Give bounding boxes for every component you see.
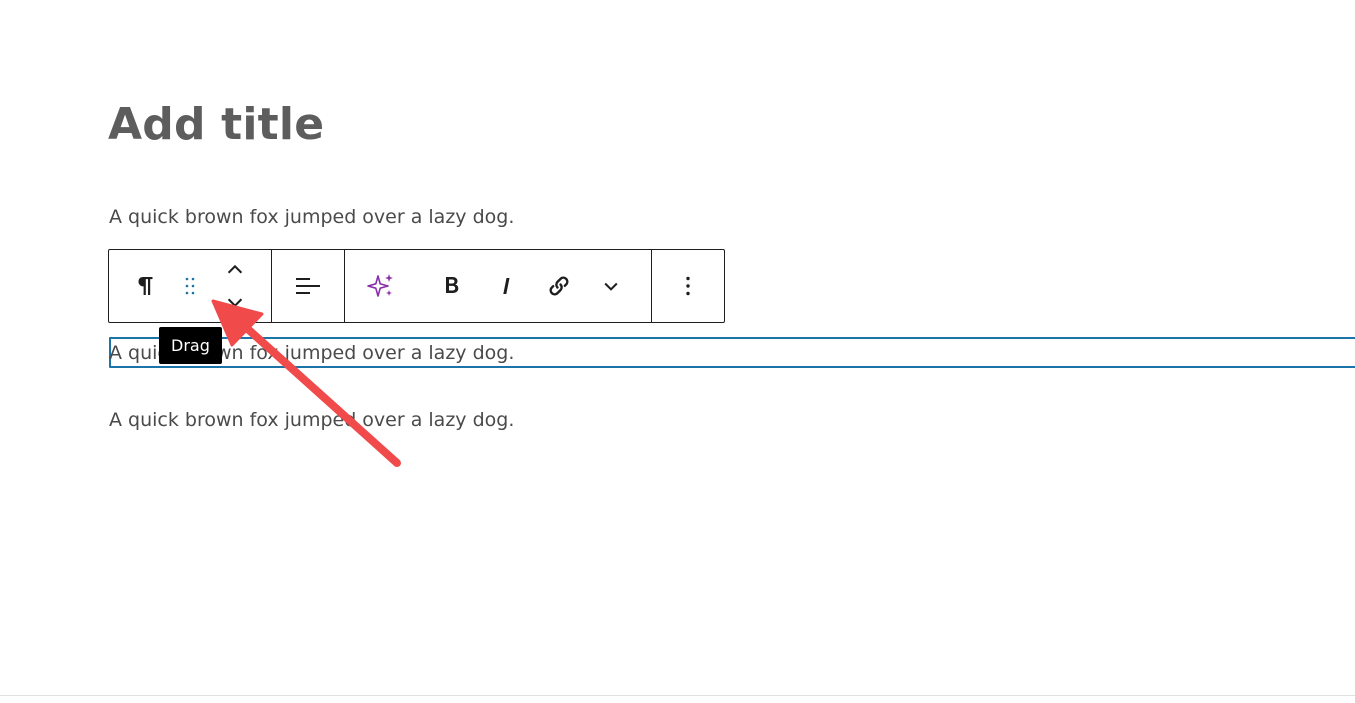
- footer-divider: [0, 695, 1355, 696]
- italic-button[interactable]: [489, 268, 525, 304]
- sparkle-icon: [367, 274, 393, 297]
- pilcrow-icon: [138, 277, 153, 295]
- paragraph-block[interactable]: A quick brown fox jumped over a lazy dog…: [109, 203, 514, 231]
- move-down-button[interactable]: [217, 286, 253, 318]
- bold-button[interactable]: [434, 268, 470, 304]
- link-icon: [549, 276, 569, 296]
- options-button[interactable]: [670, 268, 706, 304]
- link-button[interactable]: [541, 268, 577, 304]
- toolbar-group-block: [109, 250, 272, 322]
- block-toolbar: [108, 249, 725, 323]
- toolbar-group-align: [272, 250, 345, 322]
- toolbar-group-format: [345, 250, 652, 322]
- post-title[interactable]: Add title: [108, 96, 324, 154]
- chevron-down-icon: [227, 298, 243, 308]
- align-left-icon: [296, 278, 320, 294]
- editor-canvas: Add title A quick brown fox jumped over …: [0, 0, 1355, 703]
- drag-handle-button[interactable]: [172, 268, 208, 304]
- drag-dots-icon: [185, 277, 195, 295]
- chevron-up-icon: [227, 264, 243, 274]
- chevron-down-icon: [604, 282, 618, 291]
- more-vertical-icon: [686, 276, 690, 296]
- paragraph-block-type-button[interactable]: [127, 268, 163, 304]
- more-rich-text-button[interactable]: [593, 268, 629, 304]
- paragraph-block[interactable]: A quick brown fox jumped over a lazy dog…: [109, 406, 514, 434]
- bold-icon: [446, 277, 459, 293]
- italic-icon: [503, 278, 510, 294]
- drag-tooltip: Drag: [159, 327, 222, 364]
- move-up-button[interactable]: [217, 254, 253, 286]
- align-button[interactable]: [290, 268, 326, 304]
- ai-assistant-button[interactable]: [363, 268, 399, 304]
- toolbar-group-options: [652, 250, 724, 322]
